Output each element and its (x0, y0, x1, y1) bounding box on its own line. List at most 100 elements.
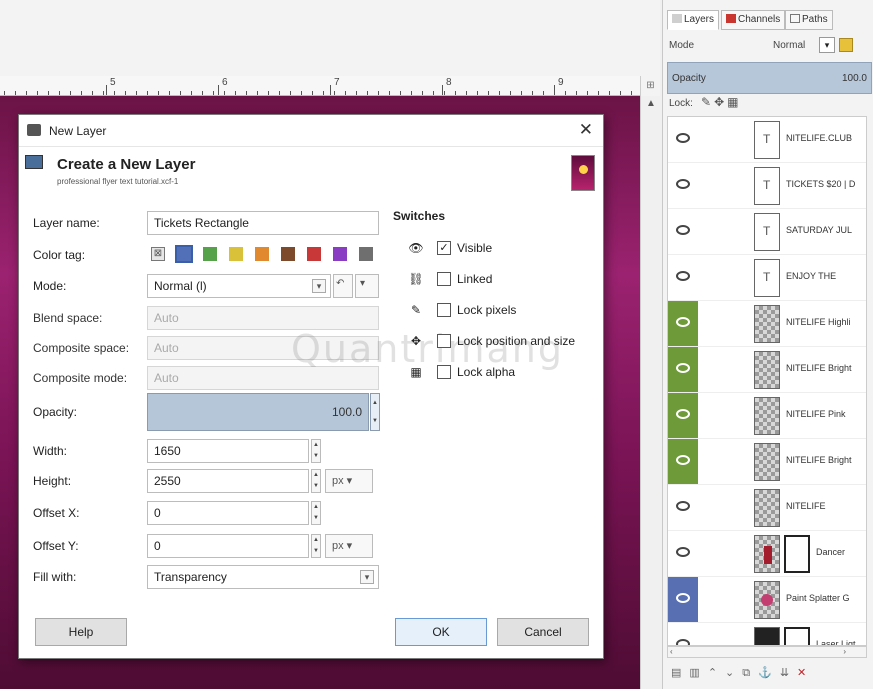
layer-name: NITELIFE (786, 501, 826, 511)
offset-y-spinner[interactable]: ▲ ▼ (311, 534, 321, 558)
checkbox[interactable]: ✓ (437, 241, 451, 255)
dialog-titlebar[interactable]: New Layer ✕ (19, 115, 603, 147)
tab-layers[interactable]: Layers (667, 10, 720, 30)
color-tag-swatch[interactable] (175, 245, 193, 263)
move-icon[interactable]: ✥ (714, 95, 727, 109)
offset-y-input[interactable]: 0 (147, 534, 309, 558)
anchor-icon[interactable]: ⚓ (758, 667, 780, 679)
visibility-toggle[interactable] (668, 347, 698, 392)
checker-icon[interactable]: ▦ (727, 95, 741, 109)
visibility-toggle[interactable] (668, 439, 698, 484)
color-tag-swatch[interactable] (359, 247, 373, 261)
visibility-toggle[interactable] (668, 301, 698, 346)
checkbox[interactable] (437, 334, 451, 348)
color-tag-swatch[interactable] (307, 247, 321, 261)
offset-x-spinner[interactable]: ▲ ▼ (311, 501, 321, 525)
layer-mode-value[interactable]: Normal (773, 40, 805, 51)
close-icon[interactable]: ✕ (579, 120, 593, 140)
layer-mask-thumbnail[interactable] (784, 535, 810, 573)
layer-row[interactable]: NITELIFE (668, 485, 866, 531)
width-spinner[interactable]: ▲ ▼ (311, 439, 321, 463)
navigate-icon[interactable]: ⊞ (640, 76, 660, 96)
checkbox[interactable] (437, 365, 451, 379)
visibility-toggle[interactable] (668, 255, 698, 300)
layer-list[interactable]: NITELIFE.CLUB TICKETS $20 | D SATURDAY JUL… (667, 116, 867, 646)
color-tag-swatch[interactable] (255, 247, 269, 261)
scroll-up-icon[interactable]: ▲ (646, 98, 656, 109)
visibility-toggle[interactable] (668, 577, 698, 622)
chevron-down-icon[interactable]: ▾ (360, 570, 374, 584)
raise-layer-icon[interactable]: ⌃ (708, 667, 725, 679)
ruler-tick (532, 91, 533, 95)
fill-with-dropdown[interactable]: Transparency ▾ (147, 565, 379, 589)
vertical-scrollbar[interactable]: ▲ (640, 96, 660, 689)
height-spinner[interactable]: ▲ ▼ (311, 469, 321, 493)
height-unit-dropdown[interactable]: px ▾ (325, 469, 373, 493)
layer-row[interactable]: NITELIFE Bright (668, 439, 866, 485)
layer-row[interactable]: ENJOY THE (668, 255, 866, 301)
offset-x-input[interactable]: 0 (147, 501, 309, 525)
layer-row[interactable]: SATURDAY JUL (668, 209, 866, 255)
color-tag-swatch[interactable] (229, 247, 243, 261)
layer-row[interactable]: Laser Ligt (668, 623, 866, 645)
help-button[interactable]: Help (35, 618, 127, 646)
visibility-toggle[interactable] (668, 209, 698, 254)
merge-down-icon[interactable]: ⇊ (780, 667, 797, 679)
brush-icon[interactable]: ✎ (701, 95, 714, 109)
width-input[interactable]: 1650 (147, 439, 309, 463)
ruler-tick (136, 91, 137, 95)
offset-y-label: Offset Y: (33, 539, 79, 553)
mode-menu-icon[interactable]: ▾ (355, 274, 379, 298)
layer-row[interactable]: NITELIFE Bright (668, 347, 866, 393)
layer-row[interactable]: Paint Splatter G (668, 577, 866, 623)
opacity-spinner[interactable]: ▲ ▼ (370, 393, 380, 431)
layer-name: ENJOY THE (786, 271, 837, 281)
layer-row[interactable]: Dancer (668, 531, 866, 577)
lock-icons[interactable]: ✎✥▦ (701, 95, 741, 109)
delete-layer-icon[interactable]: ✕ (797, 667, 814, 679)
mode-reset-icon[interactable]: ↶ (333, 274, 353, 298)
visibility-toggle[interactable] (668, 163, 698, 208)
color-tag-swatch[interactable] (281, 247, 295, 261)
ruler-tick (543, 91, 544, 95)
ruler-tick (37, 91, 38, 95)
ruler-tick (345, 91, 346, 95)
layer-opacity-slider[interactable]: Opacity 100.0 (667, 62, 872, 94)
checkbox[interactable] (437, 303, 451, 317)
layer-name: NITELIFE.CLUB (786, 133, 853, 143)
color-tag-swatch[interactable] (333, 247, 347, 261)
layer-list-scrollbar[interactable]: ‹ › (667, 646, 867, 658)
cancel-button[interactable]: Cancel (497, 618, 589, 646)
visibility-toggle[interactable] (668, 623, 698, 645)
opacity-slider[interactable]: 100.0 (147, 393, 369, 431)
mode-switch-icon[interactable] (839, 38, 853, 52)
visibility-toggle[interactable] (668, 117, 698, 162)
height-input[interactable]: 2550 (147, 469, 309, 493)
chevron-down-icon[interactable]: ▾ (819, 37, 835, 53)
visibility-toggle[interactable] (668, 485, 698, 530)
chevron-down-icon[interactable]: ▾ (312, 279, 326, 293)
duplicate-layer-icon[interactable]: ⧉ (742, 667, 758, 679)
new-group-icon[interactable]: ▥ (689, 667, 707, 679)
ruler-number: 9 (558, 77, 564, 88)
ruler-tick (246, 91, 247, 95)
layer-row[interactable]: NITELIFE.CLUB (668, 117, 866, 163)
layer-name-input[interactable]: Tickets Rectangle (147, 211, 379, 235)
ruler-tick (180, 91, 181, 95)
mode-dropdown[interactable]: Normal (l) ▾ (147, 274, 331, 298)
ok-button[interactable]: OK (395, 618, 487, 646)
new-layer-icon[interactable]: ▤ (671, 667, 689, 679)
layer-row[interactable]: TICKETS $20 | D (668, 163, 866, 209)
visibility-toggle[interactable] (668, 531, 698, 576)
tab-channels[interactable]: Channels (721, 10, 786, 30)
tab-paths[interactable]: Paths (785, 10, 833, 30)
color-tag-swatch[interactable] (203, 247, 217, 261)
layer-row[interactable]: NITELIFE Highli (668, 301, 866, 347)
layer-row[interactable]: NITELIFE Pink (668, 393, 866, 439)
layer-mask-thumbnail[interactable] (784, 627, 810, 645)
offset-unit-dropdown[interactable]: px ▾ (325, 534, 373, 558)
lower-layer-icon[interactable]: ⌄ (725, 667, 742, 679)
color-tag-none[interactable]: ⊠ (151, 247, 165, 261)
visibility-toggle[interactable] (668, 393, 698, 438)
checkbox[interactable] (437, 272, 451, 286)
